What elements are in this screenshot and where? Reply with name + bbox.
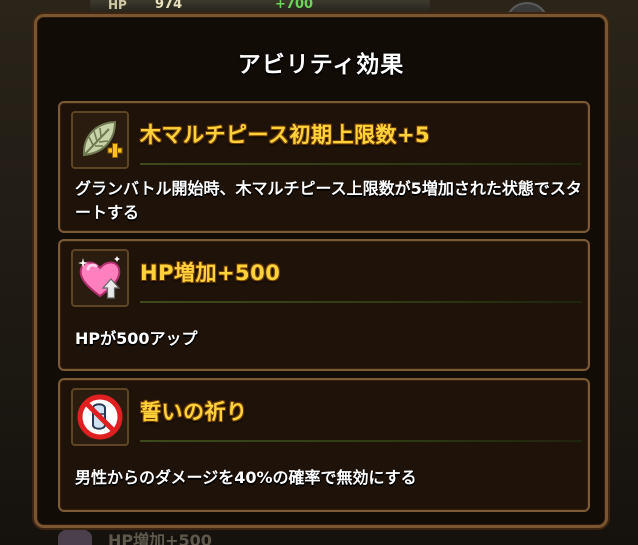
background-hp-bonus: +700 <box>275 0 314 12</box>
leaf-plus-icon <box>71 111 129 169</box>
background-hp-label: HP <box>108 0 127 12</box>
ability-description: グランバトル開始時、木マルチピース上限数が5増加された状態でスタートする <box>75 179 582 222</box>
title-divider <box>140 163 582 165</box>
ability-title: 誓いの祈り <box>140 400 248 424</box>
background-ability-peek: HP増加+500 <box>108 531 212 545</box>
ability-card-2: HP増加+500 HPが500アップ <box>58 239 590 371</box>
title-divider <box>140 301 582 303</box>
background-status-bar <box>90 0 430 14</box>
ability-description: 男性からのダメージを40%の確率で無効にする <box>75 468 417 487</box>
title-divider <box>140 440 582 442</box>
heart-up-icon <box>71 249 129 307</box>
background-heart-icon <box>58 528 92 545</box>
ability-card-1: 木マルチピース初期上限数+5 グランバトル開始時、木マルチピース上限数が5増加さ… <box>58 101 590 233</box>
ability-title: 木マルチピース初期上限数+5 <box>140 123 431 147</box>
ability-effect-dialog[interactable]: アビリティ効果 木マルチピース初期上限数+5 グランバトル開始時、木マルチピース… <box>34 14 608 528</box>
dialog-title: アビリティ効果 <box>237 52 405 78</box>
game-screen: HP 974 +700 HP増加+500 アビリティ効果 木マルチピース初期上限… <box>0 0 638 545</box>
background-hp-value: 974 <box>155 0 183 12</box>
ability-description: HPが500アップ <box>75 329 198 348</box>
no-sock-icon <box>71 388 129 446</box>
ability-title: HP増加+500 <box>140 261 281 285</box>
ability-card-3: 誓いの祈り 男性からのダメージを40%の確率で無効にする <box>58 378 590 512</box>
